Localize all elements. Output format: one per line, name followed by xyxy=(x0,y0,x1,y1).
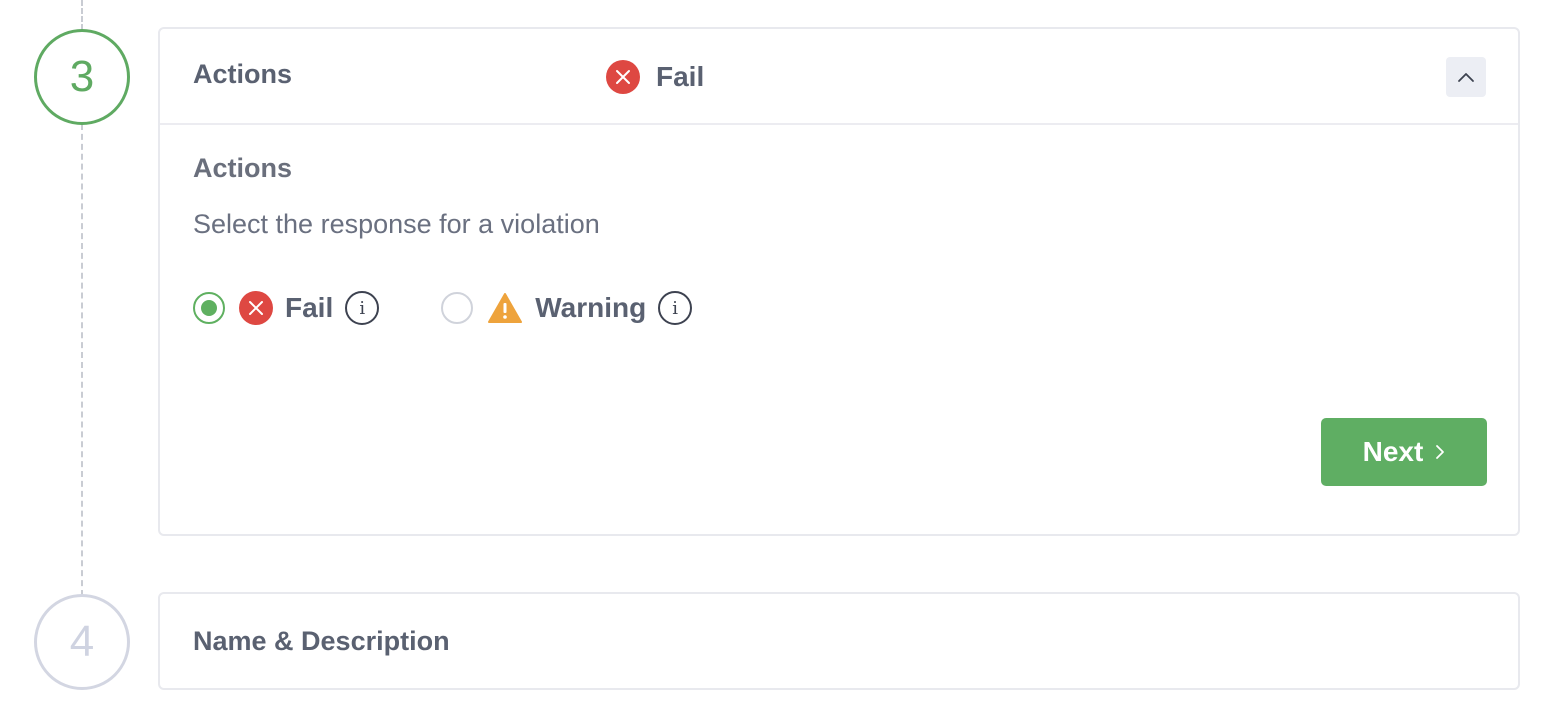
collapse-button[interactable] xyxy=(1446,57,1486,97)
status-text: Fail xyxy=(656,61,705,92)
option-fail[interactable]: Fail i xyxy=(193,291,380,325)
step-number: 4 xyxy=(69,617,95,666)
next-button-label: Next xyxy=(1362,436,1424,467)
error-circle-icon xyxy=(606,60,640,94)
next-button[interactable]: Next xyxy=(1321,418,1487,486)
step-3-indicator: 3 xyxy=(34,29,130,125)
name-description-step-card[interactable]: Name & Description xyxy=(158,592,1520,690)
card-title: Actions xyxy=(193,59,293,89)
step-number: 3 xyxy=(69,52,95,101)
timeline-connector xyxy=(81,0,83,30)
section-label: Actions xyxy=(193,153,293,183)
option-warning[interactable]: Warning i xyxy=(441,291,693,325)
fail-radio[interactable] xyxy=(193,292,225,324)
card-title: Name & Description xyxy=(193,626,450,656)
timeline-connector xyxy=(81,124,83,596)
wizard: 3 4 Actions Fail Actions Select the resp… xyxy=(0,0,1544,712)
actions-step-card: Actions Fail Actions Select the response… xyxy=(158,27,1520,536)
warning-triangle-icon xyxy=(487,292,523,324)
chevron-up-icon xyxy=(1457,71,1475,83)
option-label: Fail xyxy=(285,292,334,323)
response-options: Fail i Warning i xyxy=(193,291,693,325)
actions-card-header[interactable]: Actions Fail xyxy=(160,29,1518,125)
step-4-indicator: 4 xyxy=(34,594,130,690)
option-label: Warning xyxy=(535,292,647,323)
info-icon[interactable]: i xyxy=(345,291,380,325)
status-summary: Fail xyxy=(606,60,704,94)
info-icon[interactable]: i xyxy=(658,291,693,325)
chevron-right-icon xyxy=(1435,444,1445,460)
section-description: Select the response for a violation xyxy=(193,209,600,239)
error-circle-icon xyxy=(239,291,273,325)
warning-radio[interactable] xyxy=(441,292,474,324)
radio-selected-dot xyxy=(201,300,217,316)
